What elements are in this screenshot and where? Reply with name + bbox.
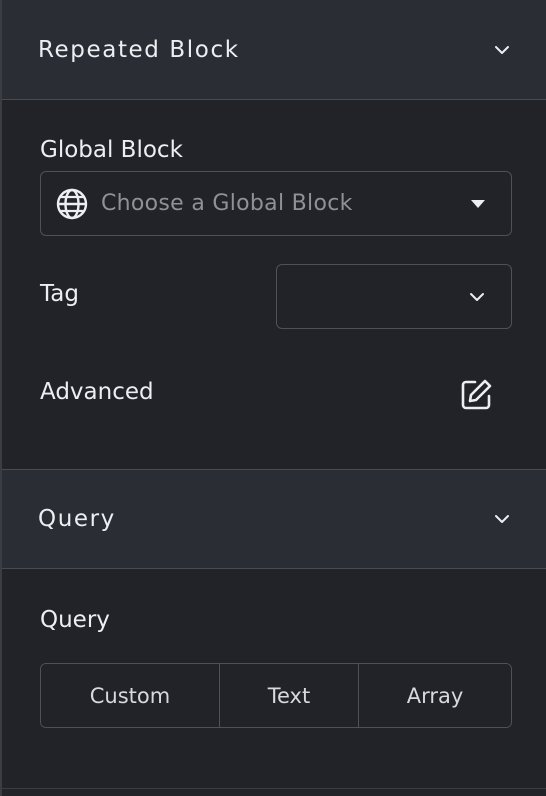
advanced-label: Advanced (40, 379, 154, 405)
query-section-header[interactable]: Query (2, 469, 546, 569)
query-section-title: Query (38, 506, 116, 532)
global-block-select[interactable]: Choose a Global Block (40, 171, 512, 236)
repeated-block-section-header[interactable]: Repeated Block (2, 0, 546, 100)
tag-label: Tag (40, 281, 79, 307)
query-option-text[interactable]: Text (219, 664, 358, 727)
chevron-down-icon[interactable] (492, 509, 512, 529)
repeated-block-title: Repeated Block (38, 36, 240, 63)
global-block-placeholder: Choose a Global Block (101, 191, 353, 216)
query-label: Query (40, 607, 110, 633)
repeated-block-panel: Repeated Block Global Block Choose a Glo… (0, 0, 546, 796)
globe-icon (56, 188, 88, 219)
chevron-down-icon (470, 292, 484, 301)
section-divider (2, 788, 546, 789)
chevron-down-icon[interactable] (492, 40, 512, 60)
query-option-custom[interactable]: Custom (41, 664, 219, 727)
tag-select[interactable] (276, 264, 512, 329)
query-segmented-control: Custom Text Array (40, 663, 512, 728)
edit-icon[interactable] (458, 377, 494, 413)
query-option-array[interactable]: Array (358, 664, 511, 727)
global-block-label: Global Block (40, 137, 183, 163)
caret-down-icon (471, 200, 485, 208)
